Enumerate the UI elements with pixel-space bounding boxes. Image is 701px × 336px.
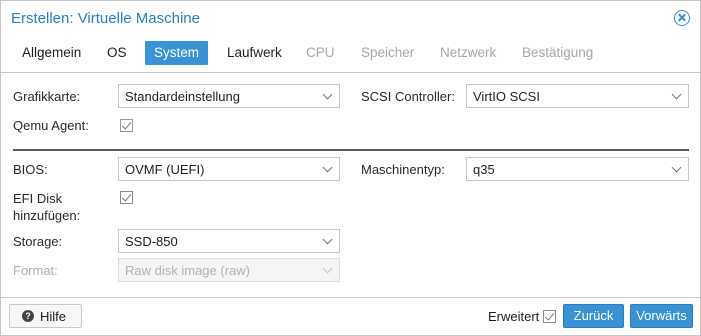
section-divider bbox=[13, 149, 689, 151]
create-vm-dialog: Erstellen: Virtuelle Maschine Allgemein … bbox=[0, 0, 701, 336]
help-button[interactable]: ? Hilfe bbox=[9, 304, 82, 328]
grafikkarte-label: Grafikkarte: bbox=[13, 89, 81, 104]
question-icon: ? bbox=[22, 310, 34, 322]
grafikkarte-value: Standardeinstellung bbox=[125, 89, 240, 104]
dialog-footer: ? Hilfe Erweitert Zurück Vorwärts bbox=[1, 299, 700, 335]
efi-disk-label-line1: EFI Disk bbox=[13, 191, 63, 206]
format-select: Raw disk image (raw) bbox=[118, 258, 340, 282]
chevron-down-icon[interactable] bbox=[671, 89, 682, 100]
storage-label: Storage: bbox=[13, 234, 63, 249]
tab-speicher: Speicher bbox=[361, 45, 415, 60]
tab-os[interactable]: OS bbox=[99, 41, 135, 65]
maschinentyp-label: Maschinentyp: bbox=[361, 162, 445, 177]
maschinentyp-value: q35 bbox=[473, 162, 495, 177]
bios-label: BIOS: bbox=[13, 162, 48, 177]
efi-disk-label-line2: hinzufügen: bbox=[13, 208, 81, 223]
tab-laufwerk[interactable]: Laufwerk bbox=[219, 41, 290, 65]
chevron-down-icon[interactable] bbox=[671, 162, 682, 173]
efi-disk-checkbox[interactable] bbox=[120, 191, 133, 204]
dialog-titlebar: Erstellen: Virtuelle Maschine bbox=[1, 1, 700, 35]
tab-system[interactable]: System bbox=[145, 41, 208, 65]
grafikkarte-select[interactable]: Standardeinstellung bbox=[118, 84, 340, 108]
qemu-agent-label: Qemu Agent: bbox=[13, 118, 89, 133]
chevron-down-icon[interactable] bbox=[322, 89, 333, 100]
back-button[interactable]: Zurück bbox=[563, 304, 624, 328]
chevron-down-icon[interactable] bbox=[322, 234, 333, 245]
format-label: Format: bbox=[13, 263, 58, 278]
qemu-agent-checkbox[interactable] bbox=[120, 119, 133, 132]
storage-value: SSD-850 bbox=[125, 234, 178, 249]
tab-cpu: CPU bbox=[306, 45, 335, 60]
format-value: Raw disk image (raw) bbox=[125, 263, 250, 278]
bios-value: OVMF (UEFI) bbox=[125, 162, 205, 177]
scsi-controller-label: SCSI Controller: bbox=[361, 89, 455, 104]
dialog-title: Erstellen: Virtuelle Maschine bbox=[11, 10, 200, 27]
tab-bestaetigung: Bestätigung bbox=[522, 45, 594, 60]
chevron-down-icon[interactable] bbox=[322, 162, 333, 173]
scsi-controller-select[interactable]: VirtIO SCSI bbox=[466, 84, 689, 108]
storage-select[interactable]: SSD-850 bbox=[118, 229, 340, 253]
scsi-controller-value: VirtIO SCSI bbox=[473, 89, 540, 104]
chevron-down-icon bbox=[322, 263, 333, 274]
maschinentyp-select[interactable]: q35 bbox=[466, 157, 689, 181]
tab-netzwerk: Netzwerk bbox=[440, 45, 497, 60]
help-label: Hilfe bbox=[40, 309, 67, 324]
system-panel: Grafikkarte: Standardeinstellung SCSI Co… bbox=[1, 72, 700, 298]
tab-allgemein[interactable]: Allgemein bbox=[14, 41, 89, 65]
close-icon[interactable] bbox=[674, 10, 690, 26]
advanced-label: Erweitert bbox=[488, 309, 540, 324]
next-button[interactable]: Vorwärts bbox=[630, 304, 693, 328]
bios-select[interactable]: OVMF (UEFI) bbox=[118, 157, 340, 181]
advanced-checkbox[interactable] bbox=[543, 310, 556, 323]
wizard-tabs: Allgemein OS System Laufwerk CPU Speiche… bbox=[1, 41, 700, 67]
